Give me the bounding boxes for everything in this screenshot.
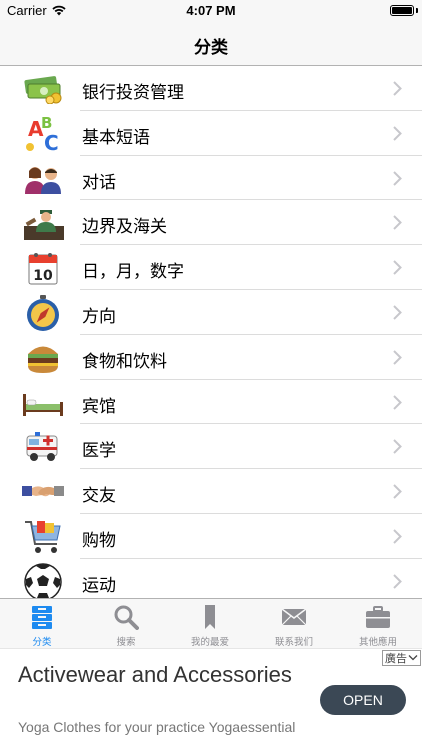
list-item[interactable]: 银行投资管理 xyxy=(0,66,422,111)
chevron-right-icon xyxy=(393,394,402,410)
list-item-label: 购物 xyxy=(82,530,116,551)
chevron-right-icon xyxy=(393,81,402,96)
tab-label: 联系我们 xyxy=(274,637,313,648)
ad-badge-label: 廣告 xyxy=(385,652,407,665)
chevron-right-icon xyxy=(393,170,402,186)
ad-badge[interactable]: 廣告 xyxy=(382,650,421,666)
battery-icon xyxy=(390,5,414,16)
tab-category[interactable]: 分类 xyxy=(0,599,84,649)
list-item[interactable]: 10 日，月，数字 xyxy=(0,245,422,290)
battery-nub xyxy=(416,8,418,13)
chevron-down-icon xyxy=(408,655,418,661)
ambulance-icon xyxy=(22,430,64,464)
money-icon xyxy=(22,72,64,106)
tab-bar: 分类 搜索 我的最爱 联系我们 其他應用 xyxy=(0,598,422,648)
list-item-label: 方向 xyxy=(82,306,116,327)
list-item-label: 对话 xyxy=(82,172,116,193)
category-icon xyxy=(32,606,52,629)
tab-other-apps[interactable]: 其他應用 xyxy=(336,599,420,649)
people-talking-icon xyxy=(22,162,64,196)
ad-banner[interactable]: 廣告 Activewear and Accessories Yoga Cloth… xyxy=(0,648,422,750)
list-item[interactable]: A B C 基本短语 xyxy=(0,111,422,156)
clock: 4:07 PM xyxy=(186,3,236,18)
ad-subtitle: Yoga Clothes for your practice Yogaessen… xyxy=(18,719,296,735)
bed-icon xyxy=(22,386,64,420)
svg-text:C: C xyxy=(44,131,59,154)
tab-label: 我的最爱 xyxy=(190,637,229,648)
list-item[interactable]: 运动 xyxy=(0,559,422,598)
search-icon xyxy=(114,605,139,630)
tab-label: 搜索 xyxy=(116,637,136,648)
list-item[interactable]: 医学 xyxy=(0,424,422,470)
list-item[interactable]: 食物和饮料 xyxy=(0,335,422,380)
list-item-label: 医学 xyxy=(82,441,116,462)
ad-open-button[interactable]: OPEN xyxy=(320,685,406,715)
list-item[interactable]: 方向 xyxy=(0,290,422,335)
list-item[interactable]: 对话 xyxy=(0,156,422,201)
chevron-right-icon xyxy=(393,574,402,589)
shopping-cart-icon xyxy=(22,520,64,554)
navigation-bar: 分类 xyxy=(0,22,422,66)
bookmark-icon xyxy=(205,605,215,629)
mail-icon xyxy=(281,608,307,626)
list-item-label: 银行投资管理 xyxy=(82,83,184,103)
calendar-icon: 10 xyxy=(22,251,64,285)
list-item-label: 食物和饮料 xyxy=(82,351,167,372)
chevron-right-icon xyxy=(393,260,402,275)
list-item-label: 日，月，数字 xyxy=(82,262,184,283)
soccer-ball-icon xyxy=(22,563,64,598)
list-item[interactable]: 边界及海关 xyxy=(0,200,422,246)
list-item[interactable]: 交友 xyxy=(0,469,422,514)
svg-text:10: 10 xyxy=(33,268,53,284)
chevron-right-icon xyxy=(393,439,402,455)
compass-icon xyxy=(22,294,64,331)
tab-contact[interactable]: 联系我们 xyxy=(252,599,336,649)
list-item-label: 交友 xyxy=(82,486,116,507)
customs-officer-icon xyxy=(22,206,64,241)
ad-title: Activewear and Accessories xyxy=(18,662,292,687)
briefcase-icon xyxy=(366,606,390,628)
list-item[interactable]: 宾馆 xyxy=(0,380,422,425)
tab-label: 其他應用 xyxy=(358,637,397,648)
abc-letters-icon: A B C xyxy=(22,114,64,154)
list-item[interactable]: 购物 xyxy=(0,514,422,559)
handshake-icon xyxy=(22,475,64,509)
tab-label: 分类 xyxy=(32,637,52,648)
category-list[interactable]: 银行投资管理 A B C 基本短语 对话 边界及海关 10 日，月，数字 方向 … xyxy=(0,66,422,598)
list-item-label: 基本短语 xyxy=(82,127,150,148)
burger-icon xyxy=(22,341,64,375)
tab-favorites[interactable]: 我的最爱 xyxy=(168,599,252,649)
svg-text:B: B xyxy=(41,114,52,132)
list-item-label: 运动 xyxy=(82,575,116,596)
tab-search[interactable]: 搜索 xyxy=(84,599,168,649)
chevron-right-icon xyxy=(393,350,402,365)
list-item-label: 宾馆 xyxy=(82,396,116,417)
page-title: 分类 xyxy=(194,38,228,58)
chevron-right-icon xyxy=(393,215,402,231)
list-item-label: 边界及海关 xyxy=(82,217,167,238)
status-bar: Carrier 4:07 PM xyxy=(0,0,422,22)
chevron-right-icon xyxy=(393,305,402,320)
chevron-right-icon xyxy=(393,529,402,544)
chevron-right-icon xyxy=(393,484,402,499)
chevron-right-icon xyxy=(393,126,402,141)
